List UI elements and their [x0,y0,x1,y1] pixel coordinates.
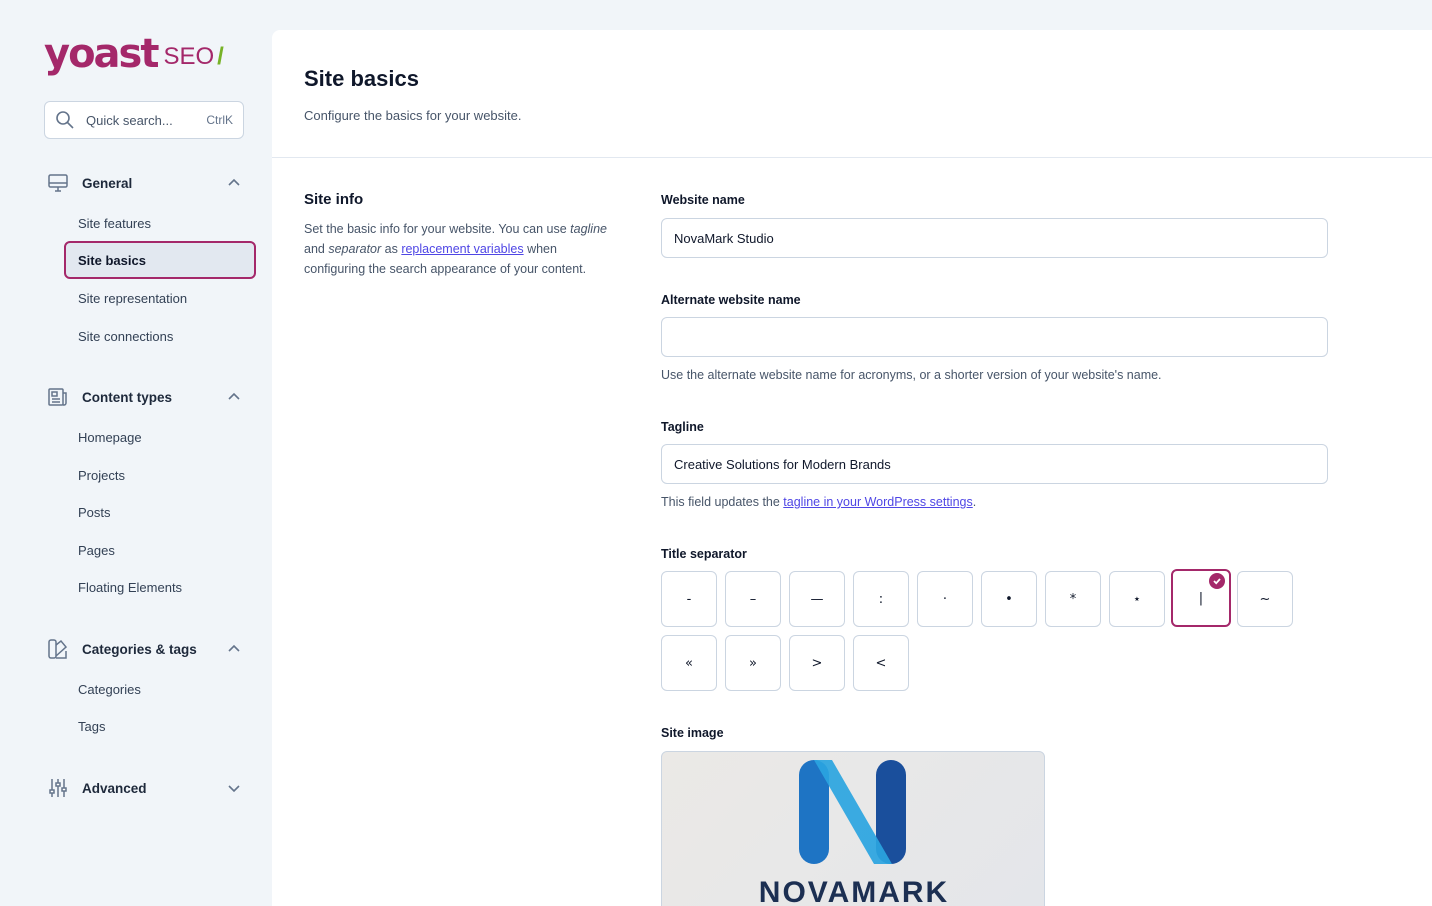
desc-text: as [381,242,402,256]
section-title: Site info [304,191,364,208]
search-icon [56,111,74,129]
separator-option[interactable]: · [917,571,973,627]
site-image-preview[interactable]: NOVAMARK [661,751,1045,906]
nav-group-content-types: Content types Homepage Projects Posts Pa… [44,384,256,595]
nav-header-categories-tags[interactable]: Categories & tags [44,636,256,662]
color-swatch-icon [48,639,68,659]
sidebar-item-categories[interactable]: Categories [64,670,256,708]
separator-option[interactable]: - [661,571,717,627]
separator-option[interactable]: — [789,571,845,627]
website-name-label: Website name [661,193,745,207]
separator-option[interactable]: « [661,635,717,691]
novamark-logo-icon [799,760,906,864]
section-description: Set the basic info for your website. You… [304,219,614,279]
nav-group-advanced: Advanced [44,775,256,801]
main-content: Site basics Configure the basics for you… [272,30,1432,906]
site-image-brand-text: NOVAMARK [758,876,950,906]
quick-search-input[interactable]: Quick search... CtrlK [44,101,244,139]
sidebar: yoast SEO / Quick search... CtrlK Genera… [0,0,272,906]
newspaper-icon [48,388,67,406]
separator-option[interactable]: < [853,635,909,691]
search-placeholder: Quick search... [86,112,173,128]
chevron-up-icon [228,392,240,400]
desc-text: Set the basic info for your website. You… [304,222,571,236]
nav-group-general: General Site features Site basics Site r… [44,170,256,344]
tagline-help: This field updates the tagline in your W… [661,495,976,509]
desc-separator: separator [328,242,382,256]
separator-option[interactable]: » [725,635,781,691]
tagline-label: Tagline [661,420,704,434]
desc-text: and [304,242,329,256]
page-description: Configure the basics for your website. [304,108,522,123]
divider [272,157,1432,158]
desc-tagline: tagline [570,222,607,236]
separator-symbol: | [1198,590,1204,606]
yoast-seo-logo[interactable]: yoast SEO / [44,28,224,74]
search-shortcut: CtrlK [206,113,233,127]
nav-header-advanced[interactable]: Advanced [44,775,256,801]
separator-option[interactable]: – [725,571,781,627]
wordpress-settings-link[interactable]: tagline in your WordPress settings [783,495,972,509]
logo-slash: / [217,43,224,70]
tagline-input[interactable] [661,444,1328,484]
sidebar-item-pages[interactable]: Pages [64,531,256,569]
sidebar-item-projects[interactable]: Projects [64,456,256,494]
nav-group-categories-tags: Categories & tags Categories Tags [44,636,256,734]
monitor-icon [48,174,68,192]
separator-option[interactable]: ⋆ [1109,571,1165,627]
nav-header-general[interactable]: General [44,170,256,196]
chevron-down-icon [228,785,240,793]
sidebar-item-site-connections[interactable]: Site connections [64,317,256,355]
sidebar-item-site-basics[interactable]: Site basics [64,241,256,279]
chevron-up-icon [228,178,240,186]
nav-group-label: Advanced [82,780,147,796]
replacement-variables-link[interactable]: replacement variables [401,242,523,256]
separator-option[interactable]: * [1045,571,1101,627]
sidebar-item-site-representation[interactable]: Site representation [64,279,256,317]
chevron-up-icon [228,644,240,652]
sidebar-item-site-features[interactable]: Site features [64,204,256,242]
sidebar-item-tags[interactable]: Tags [64,707,256,745]
page-title: Site basics [304,66,419,91]
sidebar-item-floating-elements[interactable]: Floating Elements [64,568,256,606]
adjustments-icon [49,779,67,797]
nav-header-content-types[interactable]: Content types [44,384,256,410]
help-text: This field updates the [661,495,784,509]
separator-option-selected[interactable]: | [1171,569,1231,627]
website-name-input[interactable] [661,218,1328,258]
nav-group-label: General [82,175,133,191]
nav-group-label: Categories & tags [82,641,197,657]
separator-option[interactable]: > [789,635,845,691]
check-icon [1209,573,1225,589]
sidebar-item-posts[interactable]: Posts [64,493,256,531]
site-image-label: Site image [661,726,724,740]
logo-product: SEO [163,43,215,70]
title-separator-label: Title separator [661,547,747,561]
separator-option[interactable]: ~ [1237,571,1293,627]
nav-group-label: Content types [82,389,173,405]
alternate-name-help: Use the alternate website name for acron… [661,368,1162,382]
sidebar-item-homepage[interactable]: Homepage [64,418,256,456]
help-text: . [972,495,977,509]
logo-brand: yoast [44,31,159,77]
separator-option[interactable]: • [981,571,1037,627]
separator-option[interactable]: : [853,571,909,627]
alternate-name-input[interactable] [661,317,1328,357]
alternate-name-label: Alternate website name [661,293,801,307]
